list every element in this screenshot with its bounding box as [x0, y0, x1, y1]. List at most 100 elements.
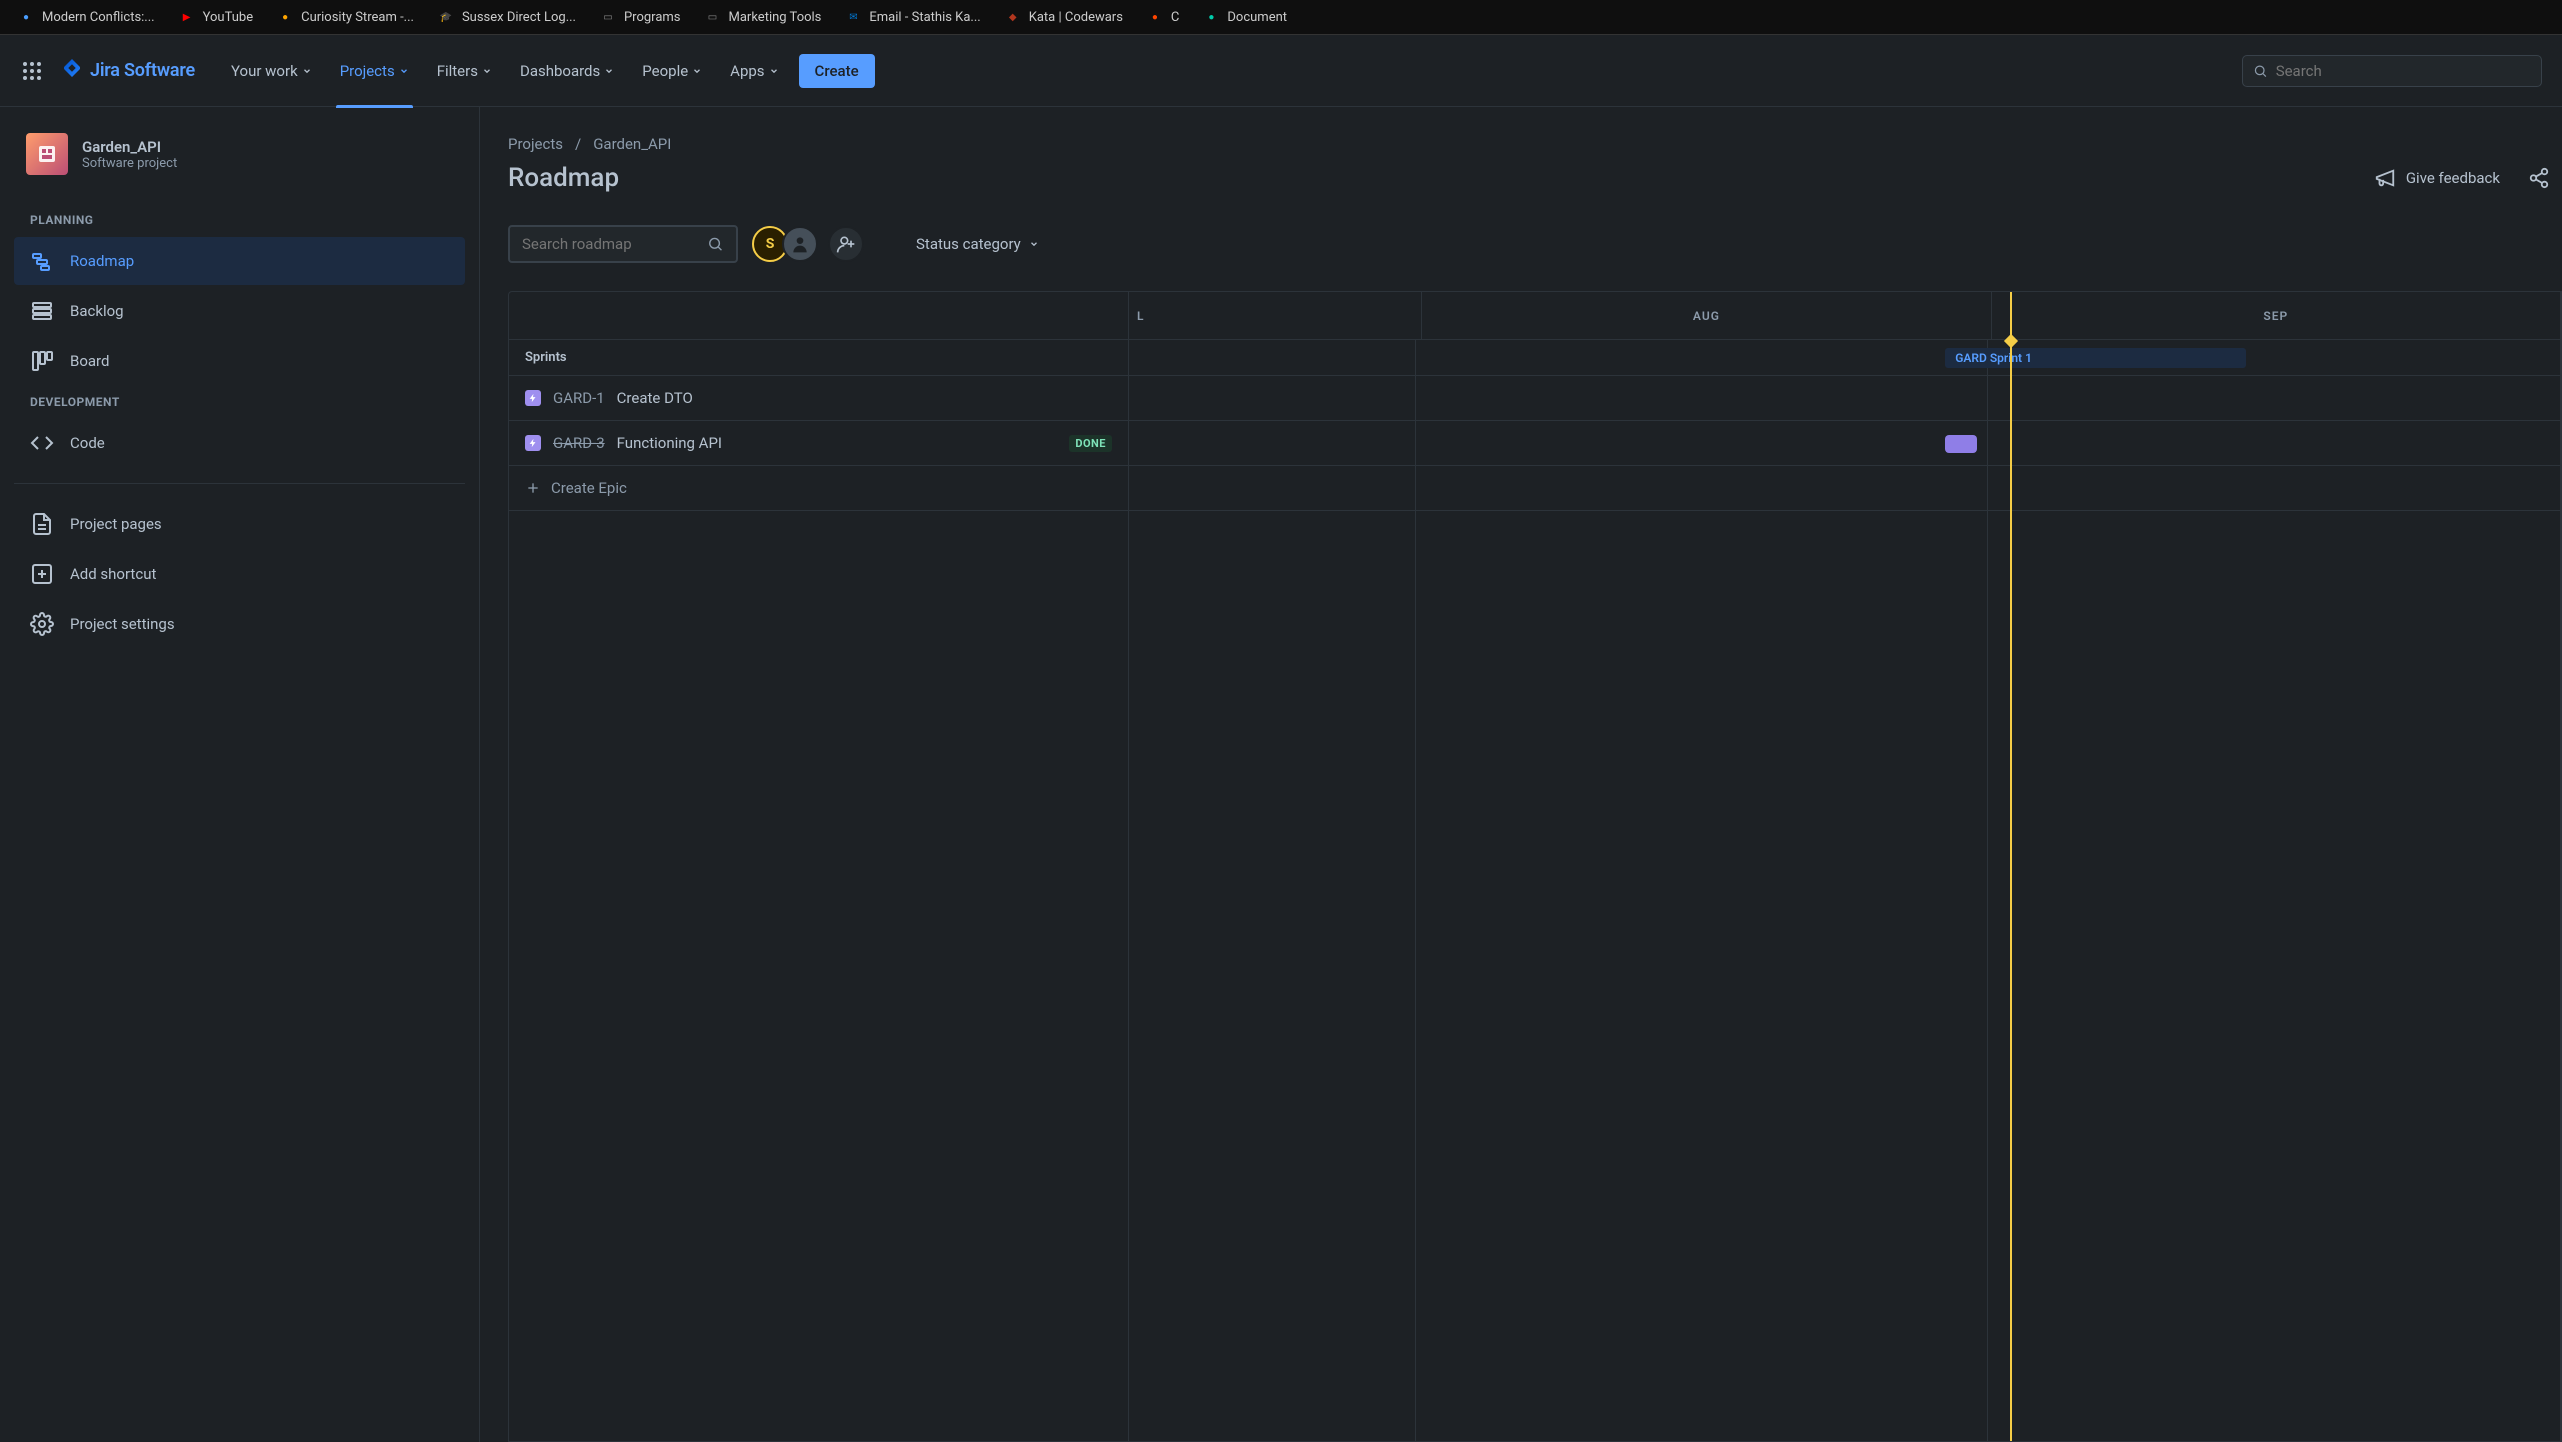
- epic-track[interactable]: [1129, 421, 2561, 466]
- app-switcher-icon[interactable]: [20, 59, 44, 83]
- section-label: DEVELOPMENT: [14, 387, 465, 417]
- sidebar-item-roadmap[interactable]: Roadmap: [14, 237, 465, 285]
- favicon-icon: ▭: [600, 9, 616, 25]
- status-category-filter[interactable]: Status category: [904, 227, 1051, 261]
- shortcut-icon: [30, 562, 54, 586]
- tab-label: Marketing Tools: [729, 10, 822, 25]
- roadmap-search-input[interactable]: [522, 235, 707, 253]
- favicon-icon: ●: [277, 9, 293, 25]
- backlog-icon: [30, 299, 54, 323]
- browser-tab[interactable]: ✉ Email - Stathis Ka...: [835, 5, 990, 29]
- timeline-month: SEP: [1992, 292, 2561, 339]
- tab-label: Email - Stathis Ka...: [869, 10, 980, 25]
- sidebar-item-project-pages[interactable]: Project pages: [14, 500, 465, 548]
- nav-item-people[interactable]: People: [630, 56, 714, 86]
- breadcrumb-separator: /: [575, 135, 581, 153]
- tab-label: YouTube: [203, 10, 254, 25]
- epic-row[interactable]: GARD-1 Create DTO: [509, 376, 1128, 421]
- chevron-down-icon: [1029, 239, 1039, 249]
- done-badge: DONE: [1069, 435, 1112, 452]
- browser-tab[interactable]: ● Modern Conflicts:...: [8, 5, 165, 29]
- tab-label: Modern Conflicts:...: [42, 10, 155, 25]
- create-epic-track: [1129, 466, 2561, 511]
- browser-tab[interactable]: ▶YouTube: [169, 5, 264, 29]
- favicon-icon: 🎓: [438, 9, 454, 25]
- browser-tab[interactable]: ●Curiosity Stream -...: [267, 5, 424, 29]
- content-area: Projects / Garden_API Roadmap Give feedb…: [480, 107, 2562, 1442]
- roadmap-timeline[interactable]: LAUGSEP GARD Sprint 1: [1129, 292, 2561, 1441]
- timeline-header: LAUGSEP: [1129, 292, 2561, 340]
- sidebar-item-label: Board: [70, 352, 109, 370]
- board-icon: [30, 349, 54, 373]
- add-people-button[interactable]: [828, 226, 864, 262]
- browser-tab[interactable]: 🎓Sussex Direct Log...: [428, 5, 586, 29]
- epic-bar[interactable]: [1945, 435, 1977, 453]
- browser-tab[interactable]: ▭ Marketing Tools: [695, 5, 832, 29]
- nav-item-apps[interactable]: Apps: [718, 56, 790, 86]
- project-header[interactable]: Garden_API Software project: [14, 127, 465, 181]
- browser-tab[interactable]: ●Document: [1193, 5, 1297, 29]
- epic-key: GARD-3: [553, 434, 605, 452]
- page-title: Roadmap: [508, 163, 619, 193]
- jira-logo[interactable]: Jira Software: [60, 59, 195, 83]
- nav-items: Your workProjectsFiltersDashboardsPeople…: [219, 56, 791, 86]
- sprint-pill[interactable]: GARD Sprint 1: [1945, 348, 2246, 368]
- project-name: Garden_API: [82, 138, 177, 156]
- create-button[interactable]: Create: [799, 54, 875, 88]
- sprints-row-header: Sprints: [509, 340, 1128, 376]
- favicon-icon: ●: [1147, 9, 1163, 25]
- sidebar-divider: [14, 483, 465, 484]
- sidebar-item-backlog[interactable]: Backlog: [14, 287, 465, 335]
- chevron-down-icon: [769, 66, 779, 76]
- sidebar-item-label: Backlog: [70, 302, 124, 320]
- nav-item-projects[interactable]: Projects: [328, 56, 421, 86]
- settings-icon: [30, 612, 54, 636]
- nav-item-dashboards[interactable]: Dashboards: [508, 56, 626, 86]
- browser-tab[interactable]: ◆ Kata | Codewars: [995, 5, 1133, 29]
- avatar-group: S: [758, 226, 864, 262]
- roadmap-grid: Sprints GARD-1 Create DTO GARD-3 Functio…: [508, 291, 2562, 1442]
- global-search-input[interactable]: [2276, 62, 2531, 80]
- sidebar-item-board[interactable]: Board: [14, 337, 465, 385]
- favicon-icon: ●: [18, 9, 34, 25]
- favicon-icon: ◆: [1005, 9, 1021, 25]
- epic-row[interactable]: GARD-3 Functioning API DONE: [509, 421, 1128, 466]
- section-label: PLANNING: [14, 205, 465, 235]
- create-epic-button[interactable]: Create Epic: [509, 466, 1128, 511]
- plus-icon: [525, 480, 541, 496]
- breadcrumb-project[interactable]: Garden_API: [593, 135, 671, 153]
- page-icon: [30, 512, 54, 536]
- sidebar-item-label: Project pages: [70, 515, 162, 533]
- favicon-icon: ▭: [705, 9, 721, 25]
- megaphone-icon: [2374, 167, 2396, 189]
- roadmap-left-panel: Sprints GARD-1 Create DTO GARD-3 Functio…: [509, 292, 1129, 1441]
- epic-track[interactable]: [1129, 376, 2561, 421]
- chevron-down-icon: [399, 66, 409, 76]
- left-header-blank: [509, 292, 1128, 340]
- sidebar-item-add-shortcut[interactable]: Add shortcut: [14, 550, 465, 598]
- sidebar-item-code[interactable]: Code: [14, 419, 465, 467]
- tab-label: C: [1171, 10, 1179, 25]
- chevron-down-icon: [604, 66, 614, 76]
- roadmap-search[interactable]: [508, 225, 738, 263]
- tab-label: Document: [1227, 10, 1287, 25]
- sidebar-item-project-settings[interactable]: Project settings: [14, 600, 465, 648]
- avatar-unassigned[interactable]: [782, 226, 818, 262]
- sidebar-item-label: Code: [70, 434, 105, 452]
- sprints-track: GARD Sprint 1: [1129, 340, 2561, 376]
- global-search[interactable]: [2242, 55, 2542, 87]
- share-icon[interactable]: [2528, 167, 2550, 189]
- browser-tabs-bar: ● Modern Conflicts:... ▶YouTube●Curiosity …: [0, 0, 2562, 35]
- tab-label: Programs: [624, 10, 681, 25]
- timeline-month: AUG: [1422, 292, 1991, 339]
- breadcrumb-projects[interactable]: Projects: [508, 135, 563, 153]
- tab-label: Kata | Codewars: [1029, 10, 1123, 25]
- nav-item-your-work[interactable]: Your work: [219, 56, 324, 86]
- browser-tab[interactable]: ●C: [1137, 5, 1189, 29]
- browser-tab[interactable]: ▭ Programs: [590, 5, 691, 29]
- sidebar-item-label: Roadmap: [70, 252, 134, 270]
- favicon-icon: ✉: [845, 9, 861, 25]
- epic-icon: [525, 390, 541, 406]
- nav-item-filters[interactable]: Filters: [425, 56, 504, 86]
- give-feedback-button[interactable]: Give feedback: [2362, 159, 2512, 197]
